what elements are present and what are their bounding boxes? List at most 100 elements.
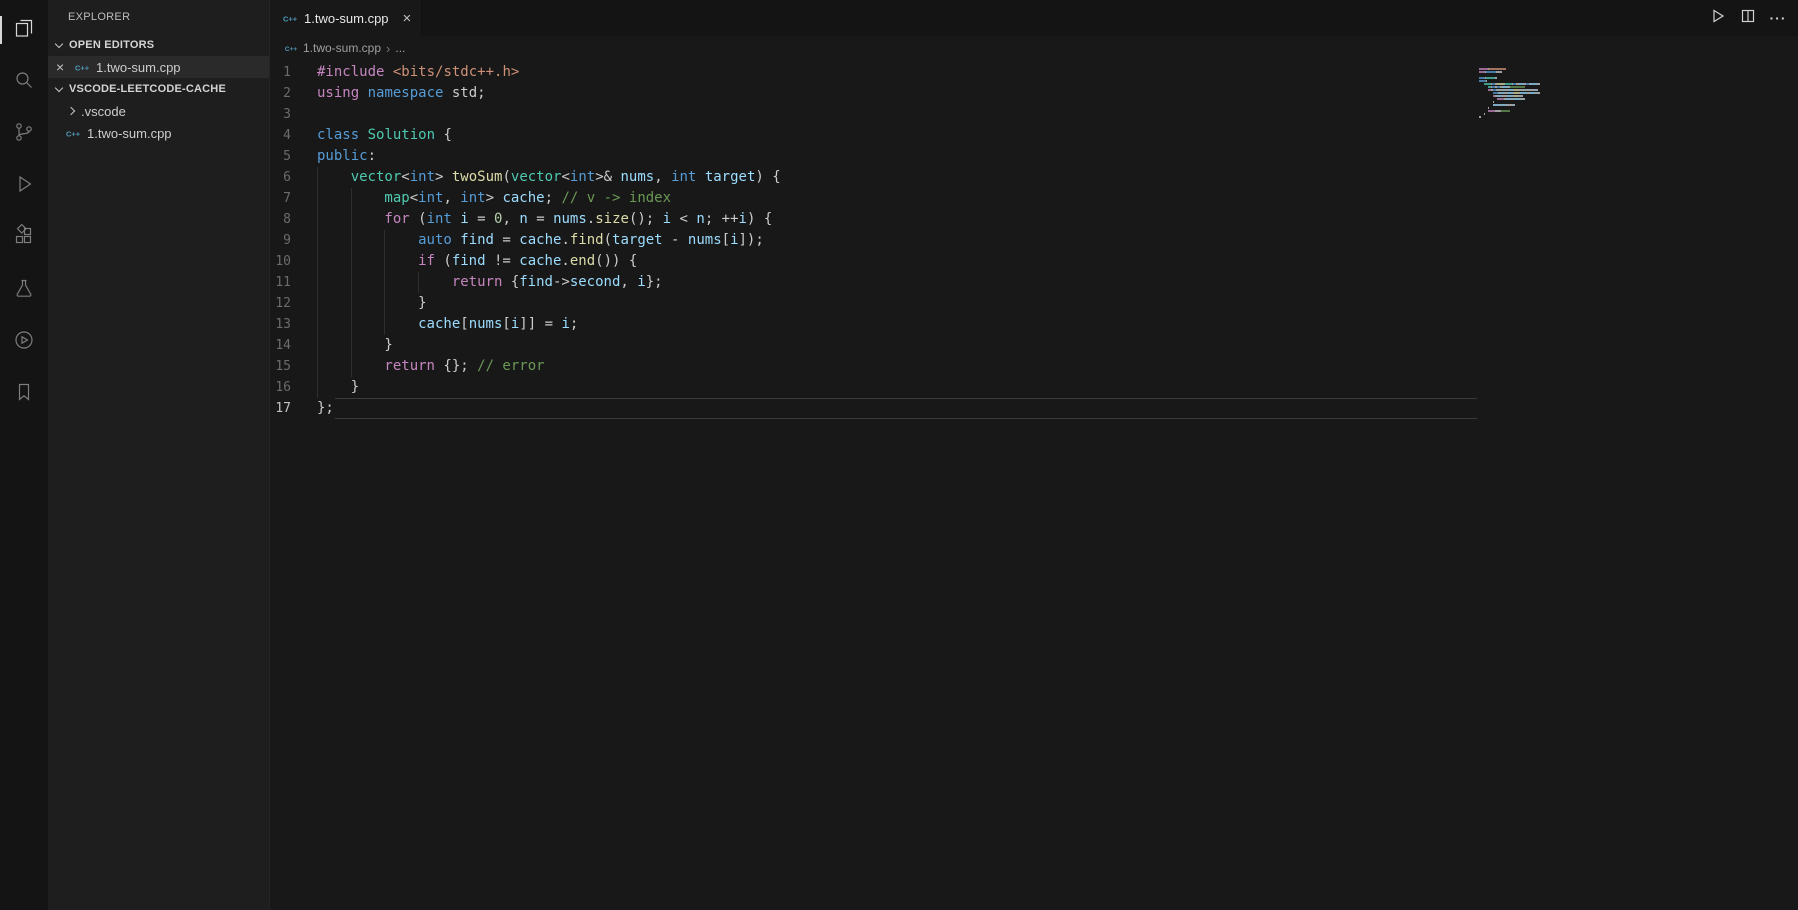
sidebar-item-bookmarks[interactable] (0, 368, 48, 420)
code-token: find (570, 232, 604, 248)
code-token: if (418, 253, 435, 269)
breadcrumb-file-label: 1.two-sum.cpp (303, 41, 381, 55)
code-token (359, 85, 367, 101)
line-content: public: (317, 146, 376, 167)
code-token: target (612, 232, 663, 248)
code-token: Solution (368, 127, 435, 143)
close-icon[interactable]: × (56, 60, 74, 74)
code-token: . (587, 211, 595, 227)
code-token: ( (435, 253, 452, 269)
line-number[interactable]: 17 (270, 398, 317, 419)
indent-guide (317, 335, 351, 356)
line-number[interactable]: 3 (270, 104, 317, 125)
line-number[interactable]: 13 (270, 314, 317, 335)
indent-guide (351, 314, 385, 335)
line-number[interactable]: 6 (270, 167, 317, 188)
run-button[interactable] (1704, 4, 1732, 32)
tab-two-sum[interactable]: C++ 1.two-sum.cpp × (270, 0, 422, 36)
code-line[interactable]: 9auto find = cache.find(target - nums[i]… (270, 230, 1798, 251)
line-number[interactable]: 12 (270, 293, 317, 314)
code-token: end (570, 253, 595, 269)
code-token: = (494, 232, 519, 248)
code-line[interactable]: 17}; (270, 398, 1798, 419)
sidebar-item-source-control[interactable] (0, 108, 48, 160)
code-token: . (561, 232, 569, 248)
tree-item-two-sum-file[interactable]: C++ 1.two-sum.cpp (48, 122, 269, 144)
section-label: VSCODE-LEETCODE-CACHE (69, 83, 226, 95)
open-editor-item[interactable]: × C++ 1.two-sum.cpp (48, 56, 269, 78)
svg-text:C++: C++ (66, 130, 81, 139)
code-line[interactable]: 4class Solution { (270, 125, 1798, 146)
code-line[interactable]: 5public: (270, 146, 1798, 167)
sidebar-item-explorer[interactable] (0, 4, 48, 56)
code-token: target (705, 169, 756, 185)
code-line[interactable]: 6vector<int> twoSum(vector<int>& nums, i… (270, 167, 1798, 188)
line-content: } (317, 293, 427, 314)
close-icon[interactable]: × (403, 11, 412, 26)
code-token (452, 232, 460, 248)
line-number[interactable]: 4 (270, 125, 317, 146)
section-header-open-editors[interactable]: OPEN EDITORS (48, 34, 269, 56)
tree-item-vscode-folder[interactable]: .vscode (48, 100, 269, 122)
code-line[interactable]: 13cache[nums[i]] = i; (270, 314, 1798, 335)
code-token: // v -> index (561, 190, 671, 206)
play-icon (1710, 8, 1726, 29)
sidebar-item-extensions[interactable] (0, 212, 48, 264)
code-token: namespace (368, 85, 444, 101)
code-token: vector (351, 169, 402, 185)
sidebar-item-run-profile[interactable] (0, 316, 48, 368)
minimap[interactable] (1479, 68, 1551, 119)
cpp-file-icon: C++ (284, 41, 298, 55)
line-number[interactable]: 7 (270, 188, 317, 209)
indent-guide (384, 293, 418, 314)
code-token: , (620, 274, 637, 290)
file-name: 1.two-sum.cpp (87, 126, 172, 141)
code-token: n (696, 211, 704, 227)
line-number[interactable]: 10 (270, 251, 317, 272)
code-line[interactable]: 8for (int i = 0, n = nums.size(); i < n;… (270, 209, 1798, 230)
code-token: i (730, 232, 738, 248)
code-token: ( (410, 211, 427, 227)
line-number[interactable]: 1 (270, 62, 317, 83)
code-line[interactable]: 14} (270, 335, 1798, 356)
code-token: i (663, 211, 671, 227)
code-token: cache (519, 253, 561, 269)
breadcrumb-file[interactable]: C++ 1.two-sum.cpp (284, 41, 381, 55)
code-line[interactable]: 10if (find != cache.end()) { (270, 251, 1798, 272)
line-number[interactable]: 9 (270, 230, 317, 251)
code-token: = (528, 211, 553, 227)
code-token: std; (443, 85, 485, 101)
code-line[interactable]: 7map<int, int> cache; // v -> index (270, 188, 1798, 209)
line-number[interactable]: 11 (270, 272, 317, 293)
bookmark-icon (12, 380, 36, 409)
line-number[interactable]: 16 (270, 377, 317, 398)
code-line[interactable]: 15return {}; // error (270, 356, 1798, 377)
line-number[interactable]: 15 (270, 356, 317, 377)
svg-text:C++: C++ (75, 64, 90, 73)
code-line[interactable]: 1#include <bits/stdc++.h> (270, 62, 1798, 83)
line-number[interactable]: 5 (270, 146, 317, 167)
code-line[interactable]: 2using namespace std; (270, 83, 1798, 104)
code-line[interactable]: 11return {find->second, i}; (270, 272, 1798, 293)
editor-group: C++ 1.two-sum.cpp × ··· (270, 0, 1798, 910)
breadcrumb-symbol[interactable]: ... (395, 41, 405, 55)
more-actions-button[interactable]: ··· (1764, 4, 1792, 32)
code-editor[interactable]: 1#include <bits/stdc++.h>2using namespac… (270, 60, 1798, 910)
code-line[interactable]: 3 (270, 104, 1798, 125)
split-editor-button[interactable] (1734, 4, 1762, 32)
line-number[interactable]: 8 (270, 209, 317, 230)
code-line[interactable]: 16} (270, 377, 1798, 398)
section-header-workspace[interactable]: VSCODE-LEETCODE-CACHE (48, 78, 269, 100)
code-token: int (427, 211, 452, 227)
code-line[interactable]: 12} (270, 293, 1798, 314)
line-content: #include <bits/stdc++.h> (317, 62, 519, 83)
activity-bar (0, 0, 48, 910)
sidebar-item-search[interactable] (0, 56, 48, 108)
code-token: int (460, 190, 485, 206)
sidebar-item-testing[interactable] (0, 264, 48, 316)
chevron-down-icon (55, 84, 63, 92)
line-number[interactable]: 14 (270, 335, 317, 356)
sidebar-item-run-debug[interactable] (0, 160, 48, 212)
line-number[interactable]: 2 (270, 83, 317, 104)
line-content: return {}; // error (317, 356, 545, 377)
